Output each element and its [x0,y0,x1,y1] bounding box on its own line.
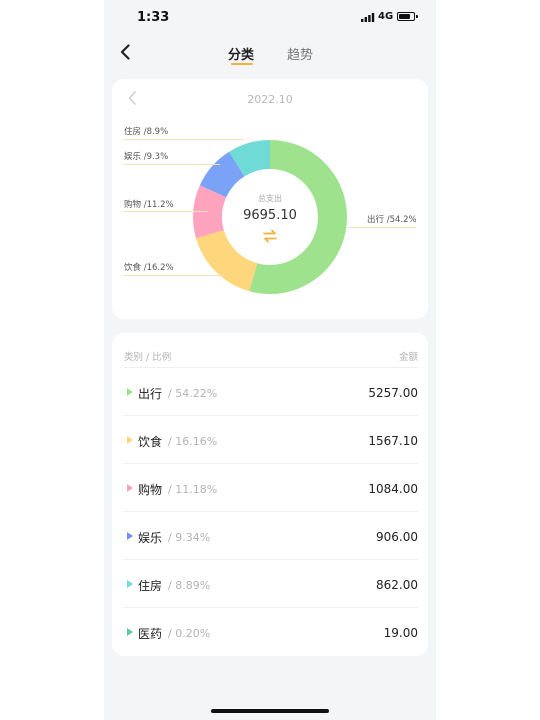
row-divider [124,559,418,560]
category-row-housing[interactable]: 住房 / 8.89% 862.00 [124,559,418,607]
top-nav: 分类 趋势 [104,36,436,72]
category-amount: 1567.10 [368,434,418,448]
category-amount: 5257.00 [368,386,418,400]
total-amount: 9695.10 [243,208,297,223]
leader-line-food [124,275,224,276]
category-row-medicine[interactable]: 医药 / 0.20% 19.00 [124,607,418,655]
category-amount: 1084.00 [368,482,418,496]
tab-trend[interactable]: 趋势 [287,44,313,63]
category-percent: / 11.18% [168,483,218,496]
slice-label-food: 饮食 /16.2% [124,263,174,273]
category-list-card: 类别 / 比例 金额 出行 / 54.22% 5257.00 饮食 / 16.1… [112,333,428,656]
caret-right-icon [127,580,133,588]
category-percent: / 0.20% [168,627,211,640]
category-name: 购物 [138,483,163,497]
leader-line-housing [124,139,244,140]
slice-label-travel: 出行 /54.2% [367,215,417,225]
category-percent: / 8.89% [168,579,211,592]
category-row-entertainment[interactable]: 娱乐 / 9.34% 906.00 [124,511,418,559]
leader-line-entertainment [124,164,220,165]
category-percent: / 16.16% [168,435,218,448]
tab-category[interactable]: 分类 [228,44,254,63]
category-row-shopping[interactable]: 购物 / 11.18% 1084.00 [124,463,418,511]
donut-slice-food[interactable] [196,230,258,292]
row-divider [124,511,418,512]
caret-right-icon [127,436,133,444]
category-amount: 19.00 [383,626,418,640]
caret-right-icon [127,388,133,396]
summary-card: 2022.10 住房 /8.9% 娱乐 /9.3% 购物 /11.2% 饮食 /… [112,79,428,319]
category-name: 医药 [138,627,163,641]
row-divider [124,463,418,464]
home-indicator[interactable] [211,709,329,713]
category-name: 出行 [138,387,163,401]
battery-level [399,14,411,19]
caret-right-icon [127,532,133,540]
category-name: 饮食 [138,435,163,449]
category-name: 住房 [138,579,163,593]
leader-line-shopping [124,211,208,212]
category-row-travel[interactable]: 出行 / 54.22% 5257.00 [124,367,418,415]
slice-label-housing: 住房 /8.9% [124,127,169,137]
category-percent: / 54.22% [168,387,218,400]
back-arrow-icon[interactable] [116,42,136,62]
swap-icon[interactable] [261,229,279,243]
slice-label-shopping: 购物 /11.2% [124,200,174,210]
phone-screen: 1:33 4G 分类 趋势 2022.10 住房 /8.9% 娱乐 /9.3% [104,0,436,720]
row-divider [124,367,418,368]
slice-label-entertainment: 娱乐 /9.3% [124,152,169,162]
header-category-ratio: 类别 / 比例 [124,352,172,363]
category-amount: 862.00 [376,578,418,592]
leader-line-travel [348,227,416,228]
status-bar: 1:33 4G [104,0,436,36]
row-divider [124,415,418,416]
total-caption: 总支出 [258,194,282,203]
category-amount: 906.00 [376,530,418,544]
caret-right-icon [127,484,133,492]
battery-tip [416,15,418,18]
status-time: 1:33 [137,10,170,25]
network-type: 4G [378,11,394,22]
row-divider [124,607,418,608]
category-name: 娱乐 [138,531,163,545]
list-header: 类别 / 比例 金额 [124,349,418,363]
signal-icon [361,13,375,22]
active-tab-indicator [231,63,253,65]
battery-icon [397,12,415,21]
header-amount: 金额 [398,352,418,363]
caret-right-icon [127,628,133,636]
category-row-food[interactable]: 饮食 / 16.16% 1567.10 [124,415,418,463]
category-percent: / 9.34% [168,531,211,544]
